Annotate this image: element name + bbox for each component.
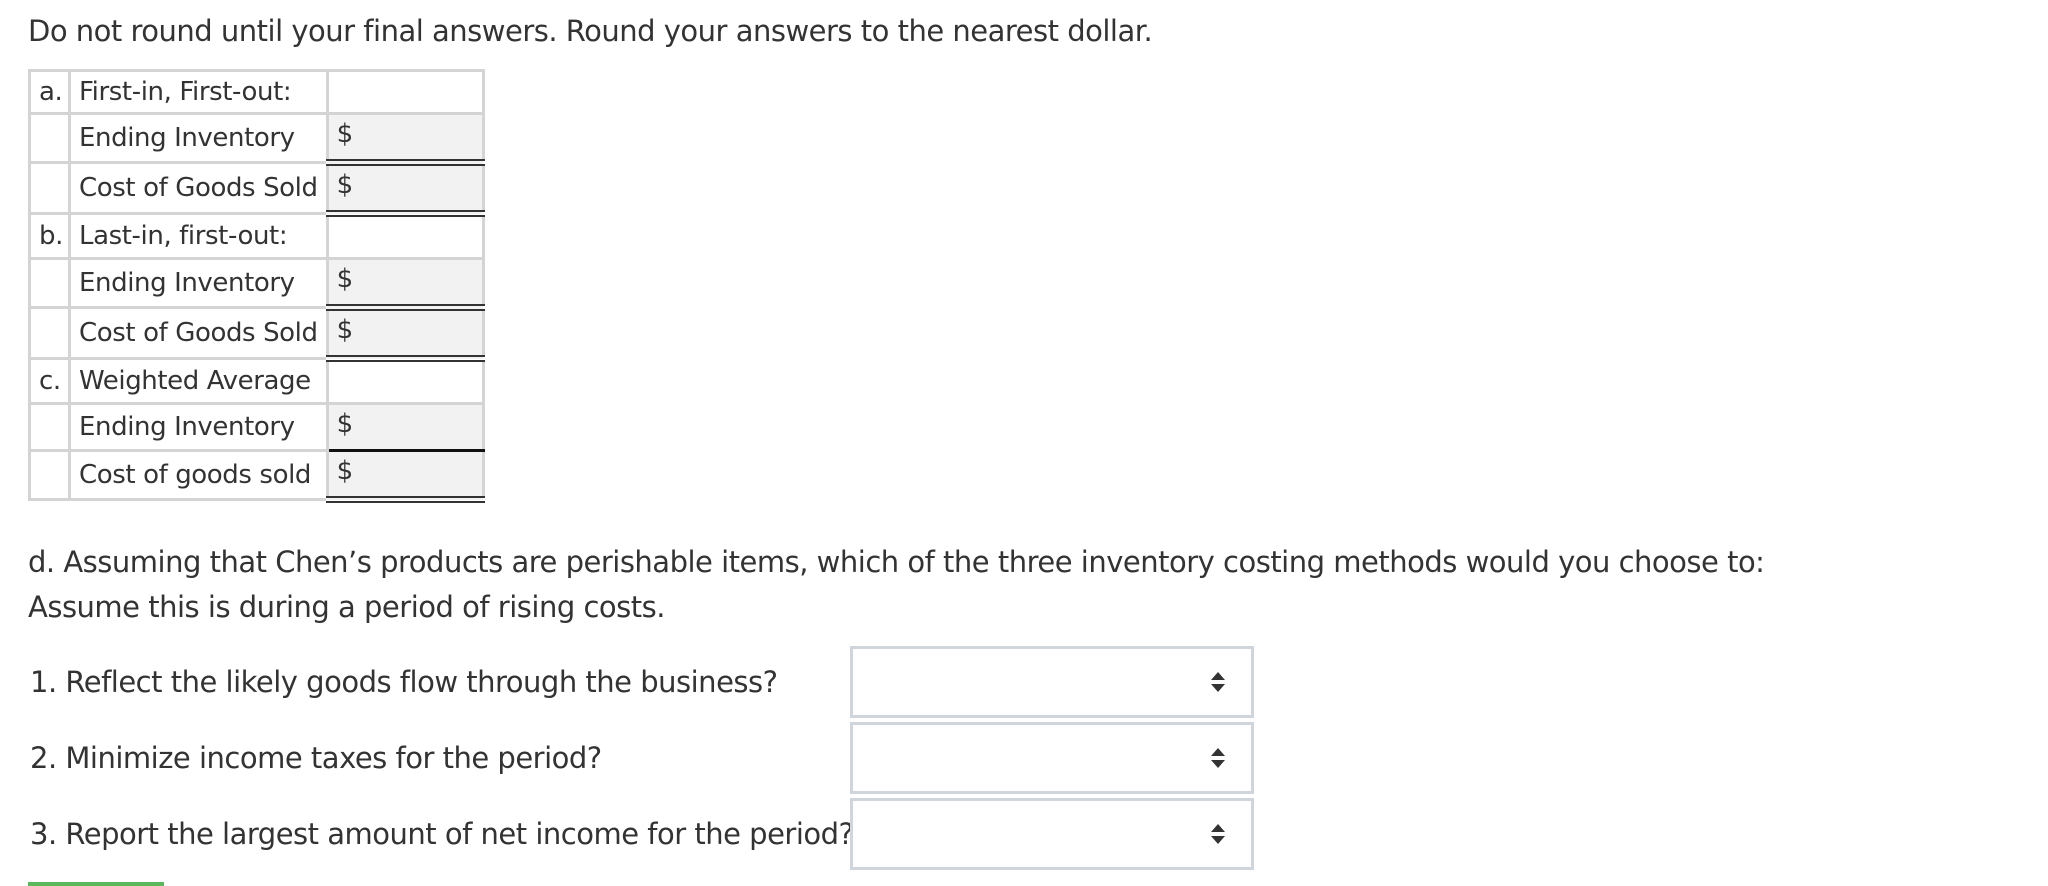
table-row: Ending Inventory $: [28, 402, 485, 452]
empty-cell: [325, 69, 485, 115]
row-letter: [28, 161, 71, 215]
table-row: Ending Inventory $: [28, 257, 485, 311]
row-label: Cost of goods sold: [68, 449, 329, 501]
table-row: c. Weighted Average: [28, 357, 485, 405]
row-label: Last-in, first-out:: [68, 212, 329, 260]
row-label: First-in, First-out:: [68, 69, 329, 115]
table-row: Cost of Goods Sold $: [28, 161, 485, 217]
instruction-text: Do not round until your final answers. R…: [28, 14, 1153, 48]
question-d-line1: d. Assuming that Chen’s products are per…: [28, 545, 1765, 579]
row-letter: b.: [28, 212, 71, 260]
up-down-arrows-icon: [1211, 748, 1225, 768]
row-label: Ending Inventory: [68, 257, 329, 309]
table-row: Cost of goods sold $: [28, 449, 485, 503]
subquestion-1-select[interactable]: [850, 646, 1254, 718]
amount-input[interactable]: $: [325, 306, 485, 362]
amount-input[interactable]: $: [325, 257, 485, 311]
table-row: a. First-in, First-out:: [28, 69, 485, 115]
row-label: Ending Inventory: [68, 402, 329, 452]
amount-input[interactable]: $: [325, 112, 485, 166]
empty-cell: [325, 357, 485, 405]
amount-input[interactable]: $: [325, 402, 485, 452]
question-d: d. Assuming that Chen’s products are per…: [28, 540, 1765, 630]
subquestion-2-label: 2. Minimize income taxes for the period?: [30, 741, 602, 775]
row-letter: [28, 449, 71, 501]
up-down-arrows-icon: [1211, 672, 1225, 692]
row-letter: [28, 257, 71, 309]
row-letter: a.: [28, 69, 71, 115]
table-row: b. Last-in, first-out:: [28, 212, 485, 260]
table-row: Cost of Goods Sold $: [28, 306, 485, 362]
row-letter: c.: [28, 357, 71, 405]
empty-cell: [325, 212, 485, 260]
amount-input[interactable]: $: [325, 161, 485, 217]
question-d-line2: Assume this is during a period of rising…: [28, 590, 665, 624]
up-down-arrows-icon: [1211, 824, 1225, 844]
subquestion-1-label: 1. Reflect the likely goods flow through…: [30, 665, 778, 699]
subquestion-2-select[interactable]: [850, 722, 1254, 794]
row-label: Cost of Goods Sold: [68, 161, 329, 215]
row-label: Cost of Goods Sold: [68, 306, 329, 360]
table-row: Ending Inventory $: [28, 112, 485, 166]
inventory-answer-table: a. First-in, First-out: Ending Inventory $ C…: [28, 69, 485, 503]
row-letter: [28, 112, 71, 164]
subquestion-3-label: 3. Report the largest amount of net inco…: [30, 817, 854, 851]
submit-button-edge[interactable]: [28, 882, 164, 886]
amount-input[interactable]: $: [325, 449, 485, 503]
row-letter: [28, 402, 71, 452]
row-label: Weighted Average: [68, 357, 329, 405]
subquestion-3-select[interactable]: [850, 798, 1254, 870]
row-label: Ending Inventory: [68, 112, 329, 164]
row-letter: [28, 306, 71, 360]
